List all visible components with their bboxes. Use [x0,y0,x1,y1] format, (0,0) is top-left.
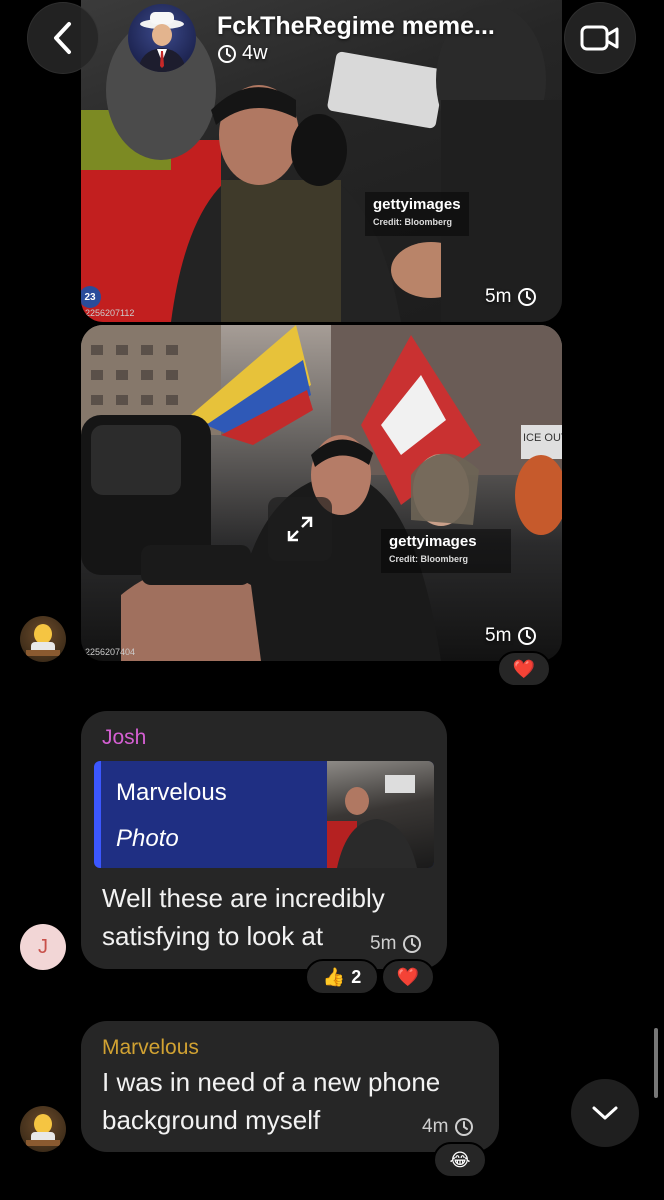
quoted-type: Photo [116,825,179,852]
reaction-heart[interactable]: ❤️ [381,959,435,995]
timer-icon [403,935,422,953]
message-line: I was in need of a new phone [102,1067,441,1097]
timer-icon [518,627,537,645]
chevron-left-icon [54,22,71,54]
quoted-reply[interactable]: Marvelous Photo [94,761,434,868]
chat-title[interactable]: FckTheRegime meme... [217,12,495,41]
reaction-thumbs-up[interactable]: 👍 2 [305,959,379,995]
message-timestamp: 4m [422,1116,474,1138]
avatar-image [26,1114,60,1146]
protest-photo-2: ICE OUT [81,325,562,661]
message-timestamp: 5m [370,933,422,955]
sender-avatar-marvelous[interactable] [20,1106,66,1152]
scrollbar[interactable] [654,1028,658,1098]
time-text: 4m [422,1116,449,1137]
laughing-emoji: 😂 [449,1149,471,1170]
thumbnail-image [327,775,417,868]
time-text: 5m [485,625,512,646]
sender-name: Marvelous [102,1036,199,1059]
back-button[interactable] [27,2,99,74]
message-line: Well these are incredibly [102,883,385,913]
timer-icon [455,1118,474,1136]
getty-watermark: gettyimages Credit: Bloomberg [381,529,511,573]
message-line: satisfying to look at [102,921,324,951]
time-text: 5m [370,933,397,954]
photo-timestamp: 5m [485,625,537,647]
reaction-laugh[interactable]: 😂 [433,1142,487,1178]
reaction-count: 2 [351,966,362,987]
sender-name: Josh [102,726,147,749]
avatar-image [26,624,60,656]
sender-avatar-marvelous[interactable] [20,616,66,662]
quoted-thumbnail [327,761,434,868]
image-id: 2256207112 [85,308,135,318]
video-call-button[interactable] [564,2,636,74]
quoted-sender: Marvelous [116,779,227,806]
sender-avatar-josh[interactable]: J [20,924,66,970]
message-line: background myself [102,1105,321,1135]
heart-emoji: ❤️ [512,658,536,679]
thumbs-up-emoji: 👍 [322,966,346,987]
heart-emoji: ❤️ [396,966,420,987]
photo-message-2[interactable]: ICE OUT gettyimages Credit: Bloomberg 22… [81,325,562,661]
message-text: Well these are incredibly satisfying to … [102,879,385,955]
timer-text: 4w [242,42,268,64]
photo-timestamp: 5m [485,286,537,308]
disappearing-timer[interactable]: 4w [217,42,268,65]
time-text: 5m [485,286,512,307]
chevron-down-icon [592,1106,618,1120]
expand-button[interactable] [268,497,332,561]
video-camera-icon [580,25,619,51]
expand-icon [287,516,313,542]
message-text: I was in need of a new phone background … [102,1063,440,1139]
avatar-letter: J [38,935,48,958]
timer-icon [218,44,236,63]
message-bubble-marvelous[interactable]: Marvelous I was in need of a new phone b… [81,1021,499,1152]
image-id: 2256207404 [85,647,136,657]
timer-icon [518,288,537,306]
group-avatar-image [138,12,186,72]
reaction-heart[interactable]: ❤️ [497,651,551,687]
ice-out-sign: ICE OUT [523,432,562,444]
group-avatar[interactable] [128,4,196,72]
scroll-to-bottom-button[interactable] [571,1079,639,1147]
getty-watermark: gettyimages Credit: Bloomberg [365,192,469,236]
